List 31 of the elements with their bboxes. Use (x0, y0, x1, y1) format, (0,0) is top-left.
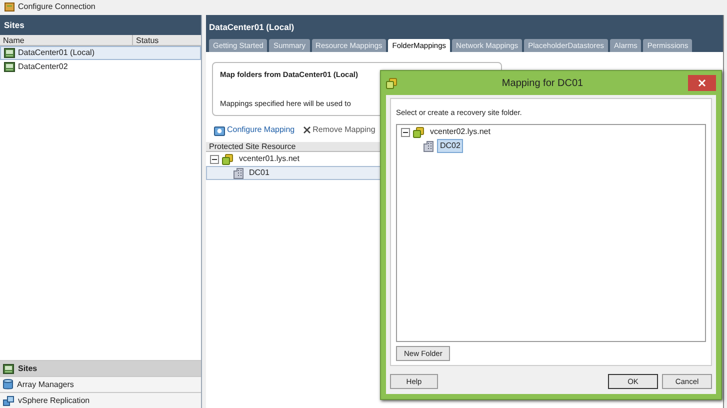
collapse-icon[interactable] (210, 154, 219, 164)
tree-item[interactable]: DC02 (437, 139, 464, 154)
toolbar-button[interactable]: Configure Mapping (214, 124, 295, 136)
column-header[interactable]: Name (0, 35, 133, 45)
tree-item[interactable]: DC01 (247, 167, 272, 179)
server-group-icon (413, 126, 424, 138)
cylinder-icon (3, 379, 13, 390)
datacenter-icon (3, 364, 14, 374)
cubes-icon (3, 396, 14, 406)
tree-item[interactable]: vcenter02.lys.net (427, 125, 494, 140)
server-group-icon (222, 154, 233, 164)
site-row[interactable]: DataCenter01 (Local) (0, 46, 201, 60)
datacenter-icon (4, 62, 15, 72)
datacenter-icon (4, 48, 15, 58)
server-group-icon (386, 78, 397, 88)
toolbar-button[interactable]: Configure Connection (4, 0, 96, 13)
dialog-title: Mapping for DC01 (500, 76, 584, 90)
nav-item[interactable]: vSphere Replication (0, 392, 201, 408)
close-icon[interactable] (688, 75, 716, 91)
view-title: DataCenter01 (Local) (209, 21, 296, 34)
building-icon (423, 140, 434, 152)
close-icon (302, 126, 311, 134)
nav-item[interactable]: Array Managers (0, 376, 201, 392)
column-header[interactable]: Protected Site Resource (206, 142, 381, 152)
nav-item[interactable]: Sites (0, 360, 201, 376)
tree-item[interactable]: vcenter01.lys.net (236, 152, 302, 166)
building-icon (233, 168, 244, 178)
site-row[interactable]: DataCenter02 (0, 60, 201, 74)
panel-title: Sites (0, 15, 201, 35)
column-header[interactable]: Status (133, 35, 201, 45)
collapse-icon[interactable] (401, 128, 410, 137)
